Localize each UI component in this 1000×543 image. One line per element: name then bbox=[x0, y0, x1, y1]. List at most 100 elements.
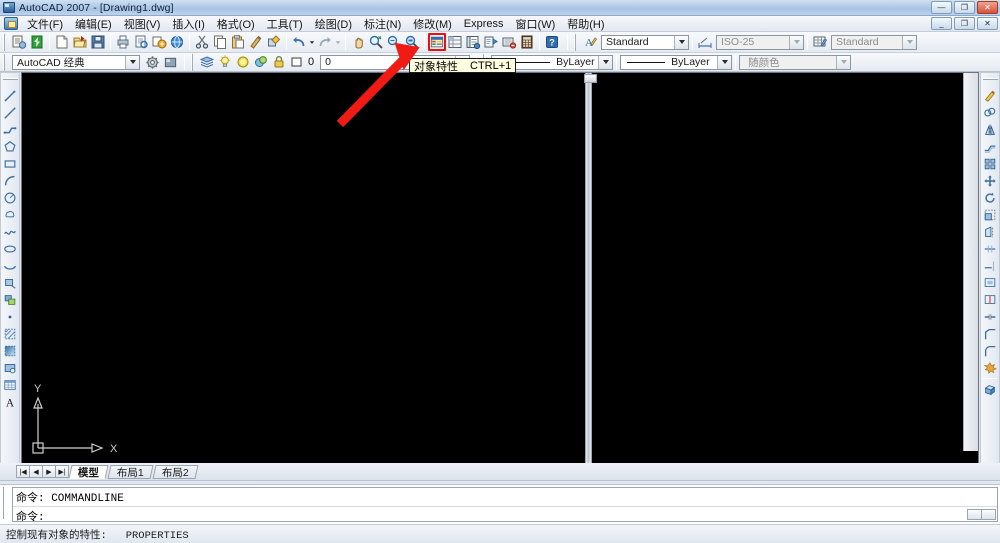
text-style-icon[interactable]: A bbox=[581, 33, 599, 51]
zoom-window-icon[interactable] bbox=[385, 33, 403, 51]
linetype-dropdown[interactable]: ByLayer bbox=[620, 54, 733, 70]
dim-style-dropdown[interactable]: ISO-25 bbox=[716, 34, 804, 50]
draw-toolbar-grip[interactable] bbox=[2, 78, 18, 84]
menu-window[interactable]: 窗口(W) bbox=[510, 15, 562, 33]
rotate-icon[interactable] bbox=[981, 189, 999, 206]
qnew-icon[interactable] bbox=[10, 33, 28, 51]
command-input-line[interactable]: 命令: bbox=[13, 506, 997, 521]
menu-dimension[interactable]: 标注(N) bbox=[358, 15, 407, 33]
match-3d-icon[interactable] bbox=[981, 381, 999, 398]
undo-icon[interactable] bbox=[290, 33, 308, 51]
workspace-settings-icon[interactable] bbox=[143, 53, 161, 71]
make-block-icon[interactable] bbox=[1, 291, 19, 308]
tab-layout1[interactable]: 布局1 bbox=[107, 464, 154, 479]
menu-view[interactable]: 视图(V) bbox=[118, 15, 167, 33]
hatch-icon[interactable] bbox=[1, 325, 19, 342]
mdi-restore-button[interactable]: ❐ bbox=[954, 17, 975, 30]
menu-file[interactable]: 文件(F) bbox=[21, 15, 69, 33]
layers-toolbar-grip[interactable] bbox=[190, 53, 196, 71]
save-icon[interactable] bbox=[89, 33, 107, 51]
chamfer-icon[interactable] bbox=[981, 325, 999, 342]
menu-help[interactable]: 帮助(H) bbox=[561, 15, 610, 33]
stretch-icon[interactable] bbox=[981, 223, 999, 240]
open-icon[interactable] bbox=[71, 33, 89, 51]
join-icon[interactable] bbox=[981, 308, 999, 325]
trim-icon[interactable] bbox=[981, 240, 999, 257]
chevron-down-icon[interactable] bbox=[836, 55, 851, 69]
command-scroll-right[interactable] bbox=[981, 509, 996, 520]
layer-on-icon[interactable] bbox=[216, 53, 234, 71]
mdi-close-button[interactable]: ✕ bbox=[977, 17, 998, 30]
ellipse-icon[interactable] bbox=[1, 240, 19, 257]
tab-nav-prev[interactable]: ◀ bbox=[29, 465, 43, 478]
break-at-point-icon[interactable] bbox=[981, 274, 999, 291]
viewport-splitter[interactable] bbox=[584, 73, 597, 467]
canvas-vertical-scrollbar[interactable] bbox=[963, 73, 978, 451]
polyline-icon[interactable] bbox=[1, 121, 19, 138]
tab-nav-last[interactable]: ▶| bbox=[55, 465, 69, 478]
block-editor-icon[interactable] bbox=[265, 33, 283, 51]
break-icon[interactable] bbox=[981, 291, 999, 308]
revision-cloud-icon[interactable] bbox=[1, 206, 19, 223]
explode-icon[interactable] bbox=[981, 359, 999, 376]
lineweight-dropdown[interactable]: 随颜色 bbox=[739, 54, 852, 70]
table-style-icon[interactable] bbox=[811, 33, 829, 51]
command-line-scrollbar[interactable] bbox=[967, 509, 996, 520]
copy-icon[interactable] bbox=[211, 33, 229, 51]
tab-nav-first[interactable]: |◀ bbox=[16, 465, 30, 478]
maximize-button[interactable]: ❐ bbox=[954, 1, 975, 14]
express-tools-icon[interactable] bbox=[28, 33, 46, 51]
circle-icon[interactable] bbox=[1, 189, 19, 206]
region-icon[interactable] bbox=[1, 359, 19, 376]
insert-block-icon[interactable] bbox=[1, 274, 19, 291]
polygon-icon[interactable] bbox=[1, 138, 19, 155]
command-scroll-left[interactable] bbox=[967, 509, 982, 520]
arc-icon[interactable] bbox=[1, 172, 19, 189]
construction-line-icon[interactable] bbox=[1, 104, 19, 121]
mtext-icon[interactable]: A bbox=[1, 393, 19, 410]
chevron-down-icon[interactable] bbox=[674, 35, 688, 49]
redo-dropdown-icon[interactable] bbox=[334, 33, 342, 51]
layer-freeze-vp-icon[interactable] bbox=[252, 53, 270, 71]
zoom-realtime-icon[interactable] bbox=[367, 33, 385, 51]
fillet-icon[interactable] bbox=[981, 342, 999, 359]
menu-insert[interactable]: 插入(I) bbox=[166, 15, 210, 33]
workspace-dropdown[interactable]: AutoCAD 经典 bbox=[12, 54, 140, 70]
quickcalc-icon[interactable] bbox=[518, 33, 536, 51]
tab-model[interactable]: 模型 bbox=[68, 464, 109, 479]
tab-nav-next[interactable]: ▶ bbox=[42, 465, 56, 478]
command-line-grip[interactable] bbox=[2, 487, 8, 519]
copy-object-icon[interactable] bbox=[981, 104, 999, 121]
line-icon[interactable] bbox=[1, 87, 19, 104]
table-style-dropdown[interactable]: Standard bbox=[831, 34, 917, 50]
properties-icon[interactable] bbox=[428, 33, 446, 51]
layer-properties-manager-icon[interactable] bbox=[198, 53, 216, 71]
menu-format[interactable]: 格式(O) bbox=[211, 15, 261, 33]
chevron-down-icon[interactable] bbox=[125, 55, 139, 69]
layer-lock-icon[interactable] bbox=[270, 53, 288, 71]
menu-modify[interactable]: 修改(M) bbox=[407, 15, 458, 33]
publish-icon[interactable] bbox=[150, 33, 168, 51]
chevron-down-icon[interactable] bbox=[789, 35, 803, 49]
tool-palettes-icon[interactable] bbox=[464, 33, 482, 51]
command-line-window[interactable]: 命令: COMMANDLINE 命令: bbox=[12, 487, 998, 522]
workspaces-toolbar-grip[interactable] bbox=[2, 53, 8, 71]
menu-draw[interactable]: 绘图(D) bbox=[309, 15, 358, 33]
plot-preview-icon[interactable] bbox=[132, 33, 150, 51]
rectangle-icon[interactable] bbox=[1, 155, 19, 172]
menu-express[interactable]: Express bbox=[458, 17, 510, 31]
spline-icon[interactable] bbox=[1, 223, 19, 240]
array-icon[interactable] bbox=[981, 155, 999, 172]
mirror-icon[interactable] bbox=[981, 121, 999, 138]
chevron-down-icon[interactable] bbox=[598, 55, 613, 69]
paste-icon[interactable] bbox=[229, 33, 247, 51]
layer-color-icon[interactable] bbox=[288, 53, 306, 71]
layer-freeze-icon[interactable] bbox=[234, 53, 252, 71]
redo-icon[interactable] bbox=[316, 33, 334, 51]
plot-icon[interactable] bbox=[114, 33, 132, 51]
ellipse-arc-icon[interactable] bbox=[1, 257, 19, 274]
new-icon[interactable] bbox=[53, 33, 71, 51]
menu-tools[interactable]: 工具(T) bbox=[261, 15, 309, 33]
markup-set-icon[interactable] bbox=[500, 33, 518, 51]
move-icon[interactable] bbox=[981, 172, 999, 189]
